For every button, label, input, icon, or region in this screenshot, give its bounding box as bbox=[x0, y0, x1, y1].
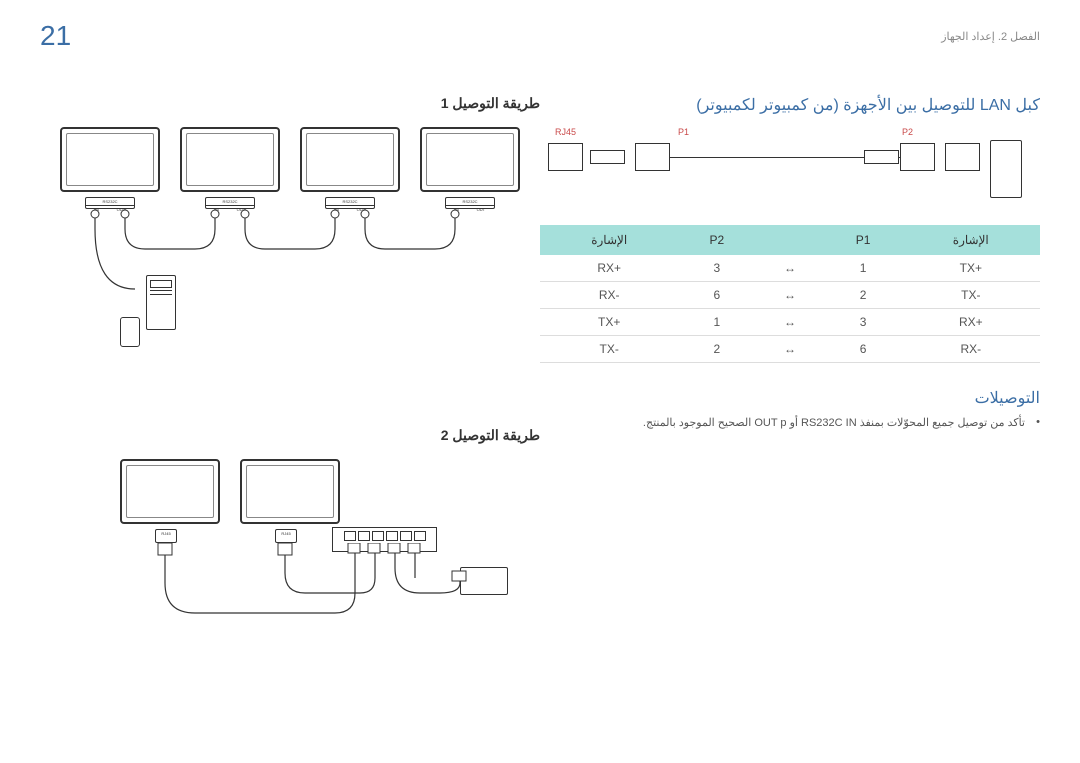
table-row: RX-6↔2TX- bbox=[540, 282, 1040, 309]
lan-cable-heading: كبل LAN للتوصيل بين الأجهزة (من كمبيوتر … bbox=[540, 95, 1040, 115]
th-blank bbox=[755, 225, 824, 255]
method1-diagram: RS232CINOUT RS232CINOUT RS232CINOUT RS23… bbox=[40, 127, 540, 417]
jack-p1 bbox=[635, 143, 670, 171]
table-row: TX-2↔6RX- bbox=[540, 336, 1040, 363]
method1-heading: طريقة التوصيل 1 bbox=[40, 95, 540, 112]
cable-svg-2 bbox=[40, 543, 540, 693]
pc-tower-1 bbox=[146, 275, 176, 330]
chapter-title: الفصل 2. إعداد الجهاز bbox=[941, 30, 1040, 43]
port-bar-1: RS232CINOUT bbox=[85, 197, 135, 209]
port-bar-3: RS232CINOUT bbox=[325, 197, 375, 209]
monitor-4 bbox=[420, 127, 520, 192]
th-signal-l: الإشارة bbox=[540, 225, 678, 255]
th-signal-r: الإشارة bbox=[902, 225, 1040, 255]
jack-p2 bbox=[900, 143, 935, 171]
connections-heading: التوصيلات bbox=[540, 388, 1040, 408]
monitor-b bbox=[240, 459, 340, 524]
monitor-2 bbox=[180, 127, 280, 192]
method2-heading: طريقة التوصيل 2 bbox=[40, 427, 540, 444]
p1-label: P1 bbox=[678, 127, 689, 137]
plug-p1-out bbox=[590, 150, 625, 164]
p2-label: P2 bbox=[902, 127, 913, 137]
port-bar-4: RS232CINOUT bbox=[445, 197, 495, 209]
serial-connector bbox=[120, 317, 140, 347]
rj45-port-a: RJ45 bbox=[155, 529, 177, 543]
rj45-jack-left bbox=[548, 143, 583, 171]
th-p1: P1 bbox=[825, 225, 902, 255]
monitor-a bbox=[120, 459, 220, 524]
table-row: RX+3↔1TX+ bbox=[540, 255, 1040, 282]
pc-tower-icon bbox=[990, 140, 1022, 198]
monitor-1 bbox=[60, 127, 160, 192]
rj45-label: RJ45 bbox=[555, 127, 576, 137]
th-p2: P2 bbox=[678, 225, 755, 255]
table-row: TX+1↔3RX+ bbox=[540, 309, 1040, 336]
lan-cable-diagram: RJ45 P1 P2 bbox=[540, 125, 1040, 210]
monitor-3 bbox=[300, 127, 400, 192]
plug-p2-out bbox=[864, 150, 899, 164]
page-number: 21 bbox=[40, 20, 71, 52]
port-bar-2: RS232CINOUT bbox=[205, 197, 255, 209]
connections-bullet: تأكد من توصيل جميع المحوّلات بمنفذ RS232… bbox=[540, 416, 1040, 429]
method2-diagram: RJ45 RJ45 bbox=[40, 459, 540, 689]
pin-assignment-table: الإشارة P2 P1 الإشارة RX+3↔1TX+ RX-6↔2TX… bbox=[540, 225, 1040, 363]
rj45-jack-right bbox=[945, 143, 980, 171]
rj45-port-b: RJ45 bbox=[275, 529, 297, 543]
cable-svg-1 bbox=[40, 209, 540, 409]
